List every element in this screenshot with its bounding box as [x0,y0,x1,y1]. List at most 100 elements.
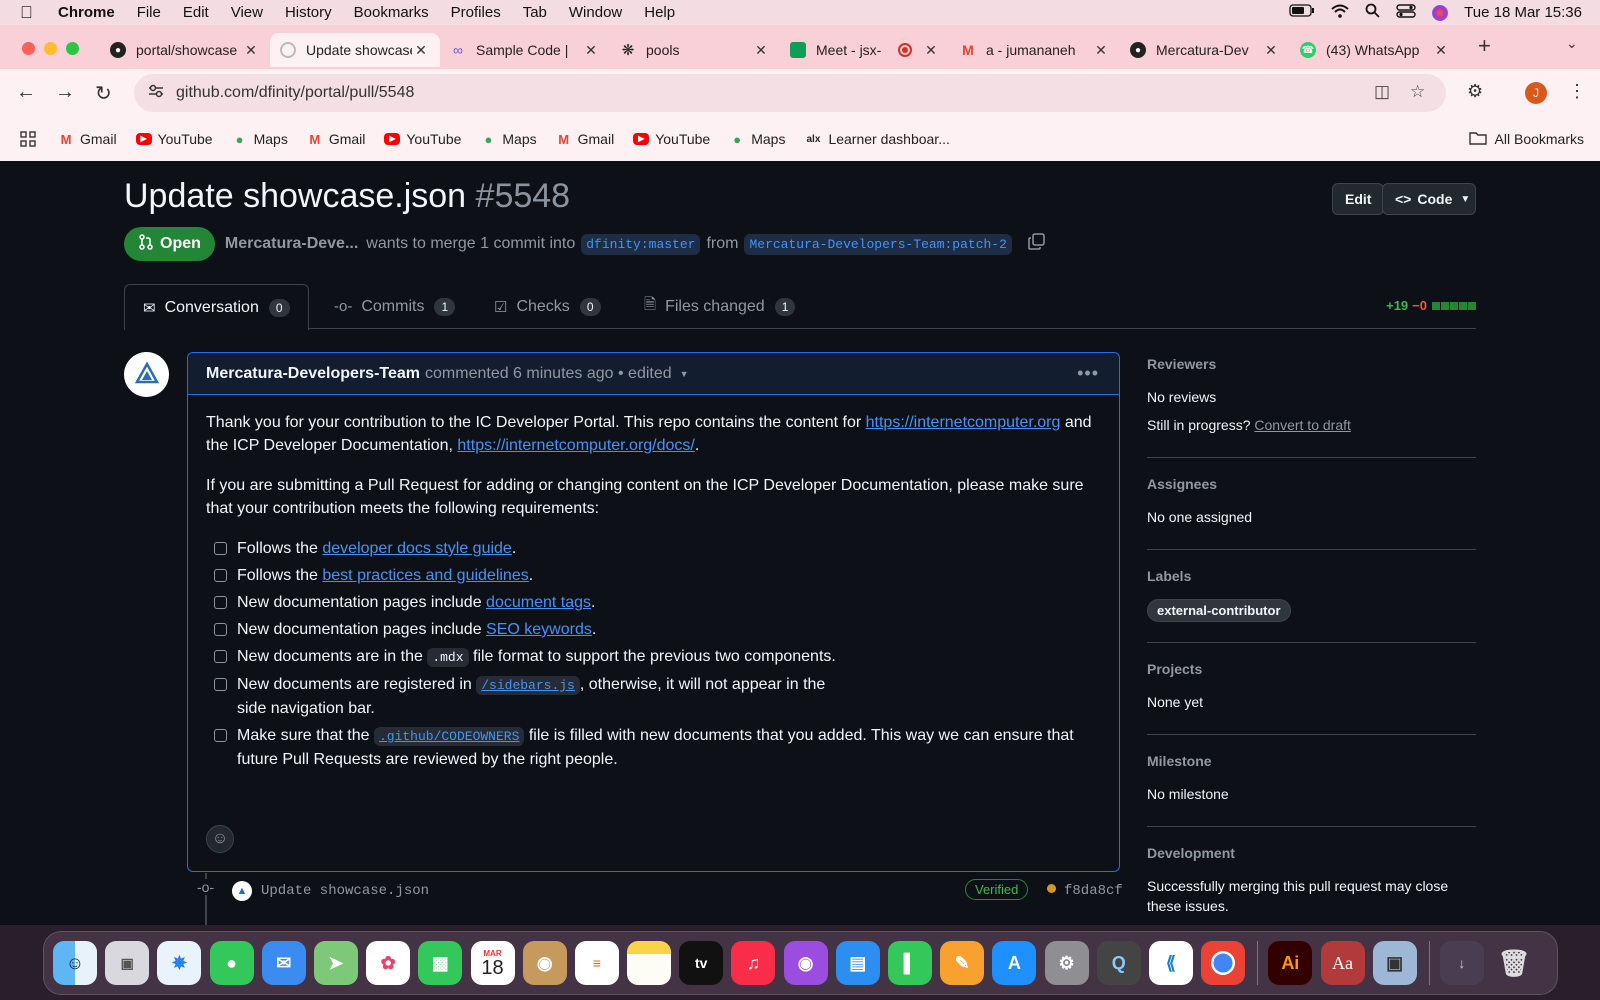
illustrator-icon[interactable]: Ai [1268,941,1313,985]
new-tab-button[interactable]: + [1478,33,1491,59]
internetcomputer-link[interactable]: https://internetcomputer.org [866,414,1061,431]
browser-tab[interactable]: ● portal/showcase ✕ [100,33,270,67]
code-dropdown-button[interactable]: <> Code ▼ [1382,183,1476,215]
facetime-icon[interactable]: ▩ [418,941,463,985]
edit-title-button[interactable]: Edit [1332,183,1385,215]
settings-icon[interactable]: ⚙ [1044,941,1089,985]
bookmark-youtube[interactable]: ▶ YouTube [135,131,213,147]
browser-tab[interactable]: ∞ Sample Code | ✕ [440,33,610,67]
task-checkbox[interactable] [214,596,227,609]
menu-bookmarks[interactable]: Bookmarks [354,4,429,21]
install-app-icon[interactable]: ◫ [1374,82,1390,102]
commit-message-link[interactable]: Update showcase.json [261,883,429,899]
apple-menu-icon[interactable]:  [20,3,42,23]
close-tab-icon[interactable]: ✕ [412,42,430,59]
assignees-heading[interactable]: Assignees [1147,476,1476,492]
menu-tab[interactable]: Tab [523,4,547,21]
bookmark-maps[interactable]: ● Maps [480,131,536,147]
bookmark-learner-dashboard[interactable]: alx Learner dashboar... [804,131,949,147]
profile-avatar[interactable]: J [1525,82,1547,104]
style-guide-link[interactable]: developer docs style guide [322,540,511,557]
close-window-icon[interactable] [22,42,35,55]
label-badge[interactable]: external-contributor [1147,599,1291,622]
bookmark-youtube[interactable]: ▶ YouTube [633,131,710,147]
vscode-icon[interactable]: ⟪ [1148,941,1193,985]
comment-author[interactable]: Mercatura-Developers-Team [206,365,420,383]
browser-tab[interactable]: ● Mercatura-Dev ✕ [1120,33,1290,67]
tab-files-changed[interactable]: 🗎 Files changed 1 [644,284,796,329]
docs-link[interactable]: https://internetcomputer.org/docs/ [457,437,694,454]
apps-grid-icon[interactable] [20,131,36,147]
back-arrow-icon[interactable]: ← [16,81,36,104]
battery-icon[interactable] [1289,4,1315,21]
commit-author-avatar[interactable]: ▲ [232,881,252,901]
close-tab-icon[interactable]: ✕ [1092,42,1110,59]
codeowners-code-link[interactable]: .github/CODEOWNERS [373,727,525,746]
browser-tab[interactable]: M a - jumananeh ✕ [950,33,1120,67]
notes-icon[interactable] [627,941,672,985]
tab-conversation[interactable]: ✉ Conversation 0 [124,284,309,330]
sidebars-code-link[interactable]: /sidebars.js [476,676,580,695]
milestone-heading[interactable]: Milestone [1147,753,1476,769]
task-checkbox[interactable] [214,650,227,663]
tab-commits[interactable]: -o- Commits 1 [334,284,456,329]
pending-status-dot-icon[interactable] [1047,884,1056,893]
quicktime-icon[interactable]: Q [1096,941,1141,985]
menu-view[interactable]: View [231,4,263,21]
commit-sha-link[interactable]: f8da8cf [1064,883,1123,899]
commenter-avatar[interactable] [124,352,169,397]
all-bookmarks-button[interactable]: All Bookmarks [1468,131,1584,148]
copy-icon[interactable] [1028,233,1045,255]
messages-icon[interactable]: ● [209,941,254,985]
finder-icon[interactable]: ☺ [53,941,97,985]
podcasts-icon[interactable]: ◉ [783,941,828,985]
best-practices-link[interactable]: best practices and guidelines [322,567,528,584]
extensions-puzzle-icon[interactable]: ⚙ [1467,81,1483,102]
close-tab-icon[interactable]: ✕ [752,42,770,59]
task-checkbox[interactable] [214,542,227,555]
siri-icon[interactable] [1432,4,1449,21]
close-tab-icon[interactable]: ✕ [1432,42,1450,59]
music-icon[interactable]: ♫ [731,941,776,985]
close-tab-icon[interactable]: ✕ [1262,42,1280,59]
close-tab-icon[interactable]: ✕ [582,42,600,59]
bookmark-gmail[interactable]: M Gmail [307,131,365,147]
maps-icon[interactable]: ➤ [313,941,358,985]
task-checkbox[interactable] [214,569,227,582]
downloads-icon[interactable]: ↓ [1439,941,1484,985]
bookmark-youtube[interactable]: ▶ YouTube [384,131,461,147]
browser-tab[interactable]: Meet - jsx- ✕ [780,33,950,67]
dictionary-icon[interactable]: Aa [1320,941,1365,985]
reminders-icon[interactable]: ≡ [574,941,619,985]
base-branch[interactable]: dfinity:master [581,233,701,255]
pr-author-link[interactable]: Mercatura-Deve... [225,235,358,253]
wifi-icon[interactable] [1331,4,1349,22]
bookmark-gmail[interactable]: M Gmail [556,131,614,147]
appstore-icon[interactable]: A [992,941,1037,985]
menu-edit[interactable]: Edit [183,4,209,21]
development-heading[interactable]: Development [1147,845,1476,861]
menubar-clock[interactable]: Tue 18 Mar 15:36 [1464,4,1582,21]
browser-tab[interactable]: ☎ (43) WhatsApp ✕ [1290,33,1460,67]
browser-tab[interactable]: ❋ pools ✕ [610,33,780,67]
comment-meta[interactable]: commented 6 minutes ago • edited [425,365,672,383]
menu-file[interactable]: File [137,4,161,21]
reload-icon[interactable]: ↻ [95,81,112,106]
menu-app-name[interactable]: Chrome [58,4,115,21]
bookmark-gmail[interactable]: M Gmail [58,131,117,147]
minimize-window-icon[interactable] [44,42,57,55]
launchpad-icon[interactable]: ▣ [105,941,150,985]
contacts-icon[interactable]: ◉ [522,941,567,985]
labels-heading[interactable]: Labels [1147,568,1476,584]
seo-keywords-link[interactable]: SEO keywords [486,621,592,638]
pages-icon[interactable]: ✎ [940,941,985,985]
appletv-icon[interactable]: tv [679,941,724,985]
url-text[interactable]: github.com/dfinity/portal/pull/5548 [176,84,414,102]
reviewers-heading[interactable]: Reviewers [1147,356,1476,372]
projects-heading[interactable]: Projects [1147,661,1476,677]
chrome-menu-icon[interactable]: ⋮ [1568,81,1586,102]
menu-help[interactable]: Help [644,4,675,21]
photos-icon[interactable]: ✿ [366,941,411,985]
close-tab-icon[interactable]: ✕ [922,42,940,59]
menu-profiles[interactable]: Profiles [451,4,501,21]
